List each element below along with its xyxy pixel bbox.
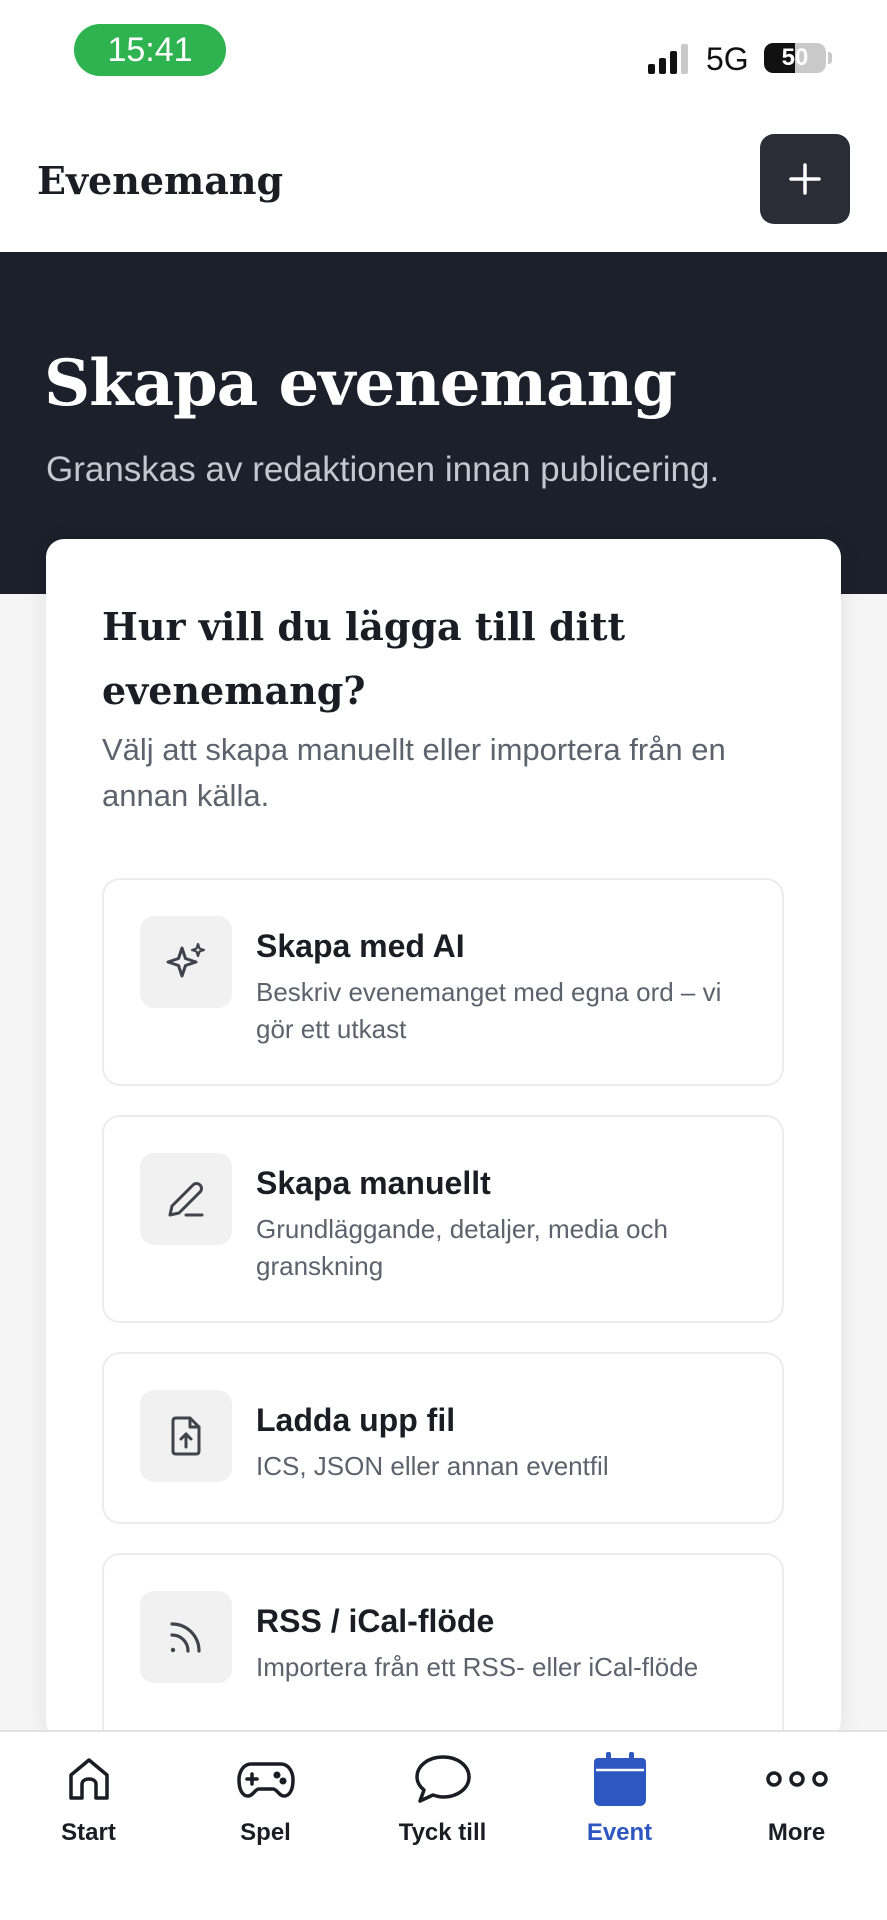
- hero-title: Skapa evenemang: [44, 346, 677, 421]
- option-title: Skapa med AI: [256, 928, 465, 964]
- file-upload-icon: [171, 1416, 201, 1456]
- nav-item-event[interactable]: Event: [531, 1732, 708, 1862]
- battery-icon: 50: [764, 43, 826, 73]
- page-title: Evenemang: [37, 158, 284, 203]
- network-type: 5G: [706, 41, 749, 77]
- option-title: Skapa manuellt: [256, 1165, 491, 1201]
- hero-subtitle: Granskas av redaktionen innan publicerin…: [46, 450, 720, 489]
- nav-label: Start: [61, 1819, 116, 1846]
- pencil-icon: [168, 1182, 204, 1217]
- nav-label: Tyck till: [398, 1819, 487, 1846]
- plus-icon: [789, 163, 821, 195]
- sparkles-icon: [166, 942, 206, 978]
- cellular-signal-icon: [648, 44, 688, 74]
- more-dots-icon: [765, 1771, 828, 1787]
- nav-item-spel[interactable]: Spel: [177, 1732, 354, 1862]
- nav-label: Spel: [240, 1819, 291, 1846]
- nav-item-tyck-till[interactable]: Tyck till: [354, 1732, 531, 1862]
- option-subtitle: Importera från ett RSS- eller iCal-flöde: [256, 1652, 699, 1682]
- option-subtitle: Beskriv evenemanget med egna ord – vi gö…: [256, 977, 722, 1044]
- nav-item-start[interactable]: Start: [0, 1732, 177, 1862]
- chat-bubble-icon: [414, 1755, 471, 1803]
- option-create-manually[interactable]: Skapa manuellt Grundläggande, detaljer, …: [102, 1115, 784, 1323]
- option-upload-file[interactable]: Ladda upp fil ICS, JSON eller annan even…: [102, 1352, 784, 1524]
- option-title: Ladda upp fil: [256, 1402, 456, 1438]
- status-time: 15:41: [74, 24, 226, 76]
- create-method-card: Hur vill du lägga till ditt evenemang? V…: [46, 539, 841, 1761]
- gamepad-icon: [236, 1762, 295, 1798]
- rss-icon: [170, 1622, 201, 1653]
- add-event-button[interactable]: [760, 134, 850, 224]
- option-create-with-ai[interactable]: Skapa med AI Beskriv evenemanget med egn…: [102, 878, 784, 1086]
- card-description: Välj att skapa manuellt eller importera …: [102, 732, 726, 813]
- option-subtitle: ICS, JSON eller annan eventfil: [256, 1451, 609, 1481]
- calendar-icon: [593, 1752, 646, 1806]
- nav-label: More: [767, 1819, 826, 1846]
- battery-level: 50: [781, 44, 809, 71]
- nav-item-more[interactable]: More: [708, 1732, 885, 1862]
- nav-label: Event: [586, 1819, 653, 1846]
- app-header: Evenemang: [0, 116, 887, 252]
- bottom-navigation: Start Spel Tyck till Event More: [0, 1730, 887, 1920]
- option-subtitle: Grundläggande, detaljer, media och grans…: [256, 1214, 668, 1281]
- card-heading: Hur vill du lägga till ditt evenemang?: [102, 604, 626, 713]
- status-bar: 15:41 5G 50: [0, 0, 887, 116]
- option-title: RSS / iCal-flöde: [256, 1603, 495, 1639]
- home-icon: [68, 1758, 109, 1800]
